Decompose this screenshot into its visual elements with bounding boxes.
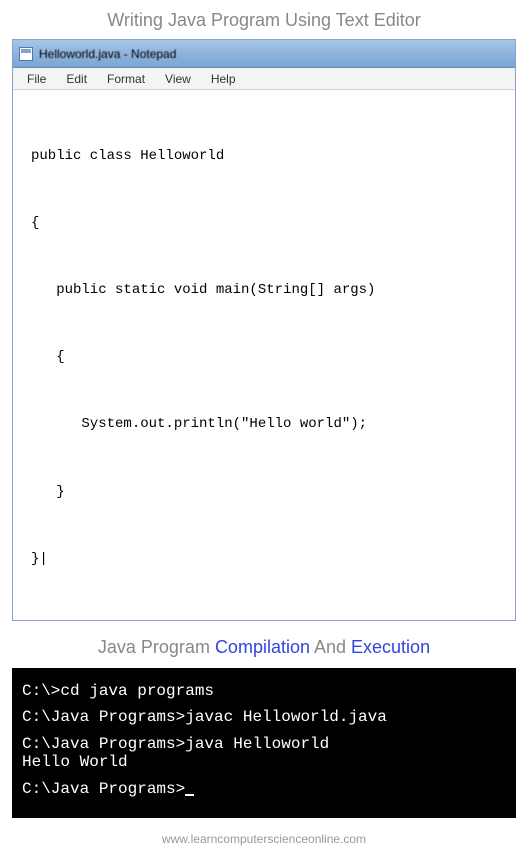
section-and: And (310, 637, 351, 657)
code-line: { (31, 212, 505, 234)
menu-help[interactable]: Help (201, 70, 246, 88)
code-line: } (31, 481, 505, 503)
code-line: }| (31, 548, 505, 570)
terminal-line: C:\Java Programs>java Helloworld (22, 735, 506, 753)
terminal-window: C:\>cd java programs C:\Java Programs>ja… (12, 668, 516, 818)
cursor-icon (185, 794, 194, 796)
code-line: public static void main(String[] args) (31, 279, 505, 301)
section-execution: Execution (351, 637, 430, 657)
menubar: File Edit Format View Help (13, 68, 515, 90)
menu-edit[interactable]: Edit (56, 70, 97, 88)
code-line: { (31, 346, 505, 368)
notepad-window: Helloworld.java - Notepad File Edit Form… (12, 39, 516, 621)
notepad-icon (19, 47, 33, 61)
section-compilation: Compilation (215, 637, 310, 657)
page-title: Writing Java Program Using Text Editor (0, 0, 528, 39)
menu-view[interactable]: View (155, 70, 201, 88)
terminal-prompt: C:\Java Programs> (22, 780, 506, 798)
code-line: System.out.println("Hello world"); (31, 413, 505, 435)
editor-area[interactable]: public class Helloworld { public static … (13, 90, 515, 620)
terminal-line: C:\Java Programs>javac Helloworld.java (22, 708, 506, 726)
terminal-line: C:\>cd java programs (22, 682, 506, 700)
section-title: Java Program Compilation And Execution (0, 621, 528, 668)
window-title: Helloworld.java - Notepad (39, 47, 176, 61)
menu-format[interactable]: Format (97, 70, 155, 88)
terminal-output: Hello World (22, 753, 506, 771)
code-line: public class Helloworld (31, 145, 505, 167)
titlebar: Helloworld.java - Notepad (13, 40, 515, 68)
footer-url: www.learncomputerscienceonline.com (0, 818, 528, 846)
menu-file[interactable]: File (17, 70, 56, 88)
prompt-text: C:\Java Programs> (22, 780, 185, 798)
section-prefix: Java Program (98, 637, 215, 657)
